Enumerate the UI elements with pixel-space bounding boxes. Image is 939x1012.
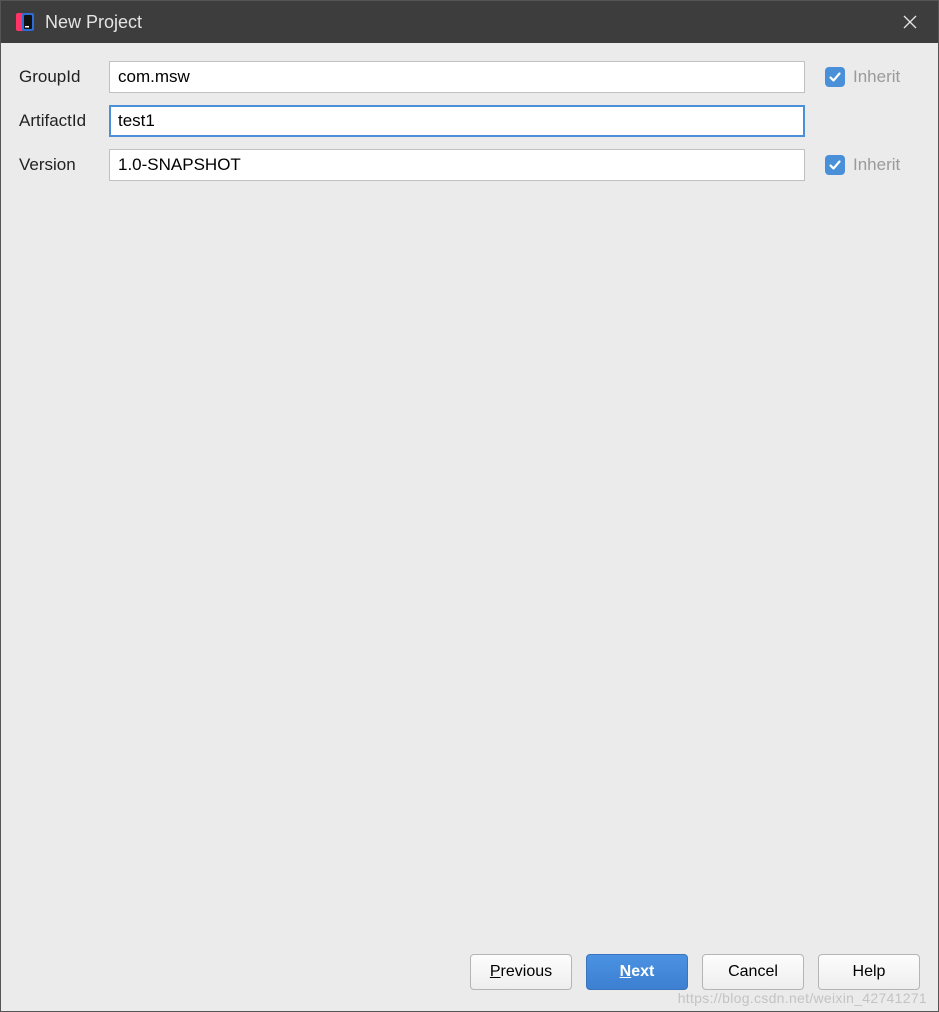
version-input[interactable] (109, 149, 805, 181)
cancel-button[interactable]: Cancel (702, 954, 804, 990)
artifactid-row: ArtifactId (19, 105, 920, 137)
groupid-input[interactable] (109, 61, 805, 93)
groupid-label: GroupId (19, 67, 109, 87)
intellij-icon (15, 12, 35, 32)
groupid-row: GroupId Inherit (19, 61, 920, 93)
groupid-inherit-label: Inherit (853, 67, 900, 87)
version-label: Version (19, 155, 109, 175)
groupid-inherit-checkbox[interactable] (825, 67, 845, 87)
next-button[interactable]: Next (586, 954, 688, 990)
version-inherit: Inherit (825, 155, 920, 175)
close-button[interactable] (896, 8, 924, 36)
version-row: Version Inherit (19, 149, 920, 181)
artifactid-label: ArtifactId (19, 111, 109, 131)
artifactid-input[interactable] (109, 105, 805, 137)
help-button[interactable]: Help (818, 954, 920, 990)
version-inherit-checkbox[interactable] (825, 155, 845, 175)
previous-button[interactable]: Previous (470, 954, 572, 990)
dialog-content: GroupId Inherit ArtifactId Version Inher… (1, 43, 938, 941)
new-project-dialog: New Project GroupId Inherit ArtifactId (0, 0, 939, 1012)
window-title: New Project (45, 12, 896, 33)
groupid-inherit: Inherit (825, 67, 920, 87)
titlebar: New Project (1, 1, 938, 43)
button-bar: Previous Next Cancel Help (1, 941, 938, 1011)
version-inherit-label: Inherit (853, 155, 900, 175)
